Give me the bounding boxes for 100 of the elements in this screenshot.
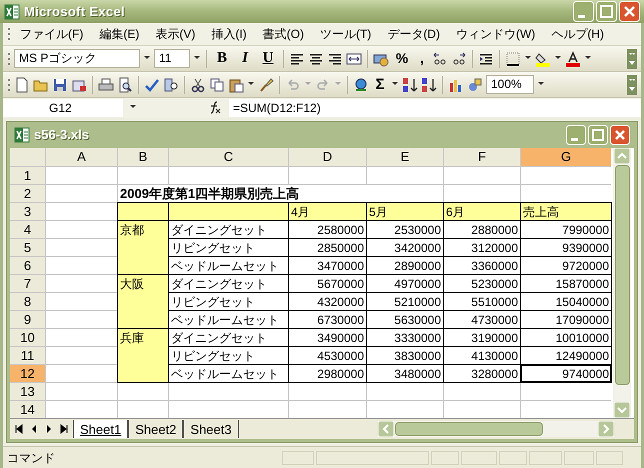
status-panel (529, 450, 562, 464)
autosum-button[interactable]: Σ (372, 77, 388, 92)
merge-center-icon[interactable] (346, 50, 362, 66)
table-cell: リビングセット (169, 239, 288, 256)
status-panel (499, 450, 527, 464)
minimize-icon[interactable] (573, 1, 594, 22)
globe-link-icon[interactable] (353, 76, 369, 92)
menu-item[interactable]: 挿入(I) (204, 23, 254, 45)
maximize-icon[interactable] (588, 125, 608, 145)
scroll-left-icon[interactable] (378, 421, 394, 437)
sheet-tab[interactable]: Sheet1 (73, 420, 128, 438)
fill-color-icon[interactable] (535, 50, 551, 66)
scroll-up-icon[interactable] (614, 148, 630, 164)
toolbar-grip-icon[interactable] (7, 25, 11, 43)
italic-button[interactable]: I (235, 47, 255, 70)
column-header[interactable]: G (521, 148, 611, 166)
clipboard-icon[interactable] (228, 76, 244, 92)
column-header[interactable]: D (289, 148, 366, 166)
toolbar-options-icon[interactable] (627, 74, 637, 94)
sort-ascending-icon[interactable] (402, 76, 418, 92)
vertical-scrollbar[interactable] (613, 148, 631, 418)
close-icon[interactable] (619, 1, 640, 22)
status-panel (282, 450, 314, 464)
menu-item[interactable]: ヘルプ(H) (544, 23, 611, 45)
close-icon[interactable] (610, 125, 630, 145)
row-header[interactable]: 2 (10, 185, 45, 202)
table-cell: 17090000 (521, 311, 611, 328)
scroll-thumb[interactable] (614, 165, 630, 385)
row-header[interactable]: 14 (10, 401, 45, 418)
row-header[interactable]: 1 (10, 167, 45, 184)
research-icon[interactable] (163, 76, 179, 92)
last-sheet-icon[interactable] (59, 423, 69, 435)
font-size-dropdown[interactable]: 11 (154, 49, 190, 68)
menu-item[interactable]: 書式(O) (256, 23, 311, 45)
row-header[interactable]: 9 (10, 311, 45, 328)
formula-field[interactable]: =SUM(D12:F12) (229, 99, 641, 117)
comma-button[interactable]: , (415, 48, 429, 69)
menu-item[interactable]: 表示(V) (148, 23, 202, 45)
menu-item[interactable]: ウィンドウ(W) (448, 23, 542, 45)
row-header[interactable]: 11 (10, 347, 45, 364)
row-header[interactable]: 3 (10, 203, 45, 220)
row-header[interactable]: 5 (10, 239, 45, 256)
menu-item[interactable]: データ(D) (380, 23, 447, 45)
menu-item[interactable]: ツール(T) (312, 23, 378, 45)
new-document-icon[interactable] (14, 76, 30, 92)
spelling-check-icon[interactable] (144, 76, 160, 92)
sheet-tab[interactable]: Sheet3 (183, 420, 239, 438)
horizontal-scrollbar[interactable] (378, 421, 614, 437)
table-cell: 5210000 (367, 293, 443, 310)
next-sheet-icon[interactable] (44, 423, 54, 435)
font-dropdown[interactable]: MS Pゴシック (14, 49, 140, 68)
table-cell: 2850000 (289, 239, 366, 256)
percent-button[interactable]: % (392, 48, 412, 69)
table-cell: 2890000 (367, 257, 443, 274)
name-box[interactable]: G12 (3, 99, 123, 117)
zoom-dropdown[interactable]: 100% (486, 75, 534, 94)
table-cell: リビングセット (169, 347, 288, 364)
menu-item[interactable]: ファイル(F) (13, 23, 90, 45)
row-header[interactable]: 12 (10, 365, 45, 382)
row-header[interactable]: 7 (10, 275, 45, 292)
underline-button[interactable]: U (258, 47, 278, 70)
table-cell: 3830000 (367, 347, 443, 364)
borders-icon[interactable] (505, 50, 521, 66)
paintbrush-icon[interactable] (258, 76, 274, 92)
maximize-icon[interactable] (596, 1, 617, 22)
bold-button[interactable]: B (212, 47, 232, 70)
print-preview-icon[interactable] (117, 76, 133, 92)
scroll-right-icon[interactable] (598, 421, 614, 437)
row-header[interactable]: 6 (10, 257, 45, 274)
table-cell: 大阪 (118, 275, 168, 328)
scroll-down-icon[interactable] (614, 402, 630, 418)
row-header[interactable]: 13 (10, 383, 45, 400)
menu-item[interactable]: 編集(E) (92, 23, 146, 45)
sort-descending-icon[interactable] (421, 76, 437, 92)
increase-decimal-icon[interactable] (432, 50, 448, 66)
printer-icon[interactable] (98, 76, 114, 92)
column-header[interactable]: C (169, 148, 288, 166)
row-header[interactable]: 4 (10, 221, 45, 238)
shapes-icon[interactable] (467, 76, 483, 92)
minimize-icon[interactable] (566, 125, 586, 145)
row-header[interactable]: 10 (10, 329, 45, 346)
font-color-icon[interactable] (565, 50, 581, 66)
sheet-tab[interactable]: Sheet2 (128, 420, 184, 438)
row-header[interactable]: 8 (10, 293, 45, 310)
scissors-icon[interactable] (190, 76, 206, 92)
decrease-decimal-icon[interactable] (451, 50, 467, 66)
status-panel (596, 450, 623, 464)
status-panel (564, 450, 594, 464)
table-cell: 15040000 (521, 293, 611, 310)
copy-icon[interactable] (209, 76, 225, 92)
scroll-thumb[interactable] (395, 422, 543, 436)
first-sheet-icon[interactable] (14, 423, 24, 435)
column-header[interactable]: F (444, 148, 520, 166)
table-cell: 4730000 (444, 311, 520, 328)
column-header[interactable]: B (118, 148, 168, 166)
column-header[interactable]: E (367, 148, 443, 166)
table-cell: 5510000 (444, 293, 520, 310)
column-header[interactable]: A (46, 148, 117, 166)
toolbar-options-icon[interactable] (627, 48, 637, 68)
table-cell: 9390000 (521, 239, 611, 256)
